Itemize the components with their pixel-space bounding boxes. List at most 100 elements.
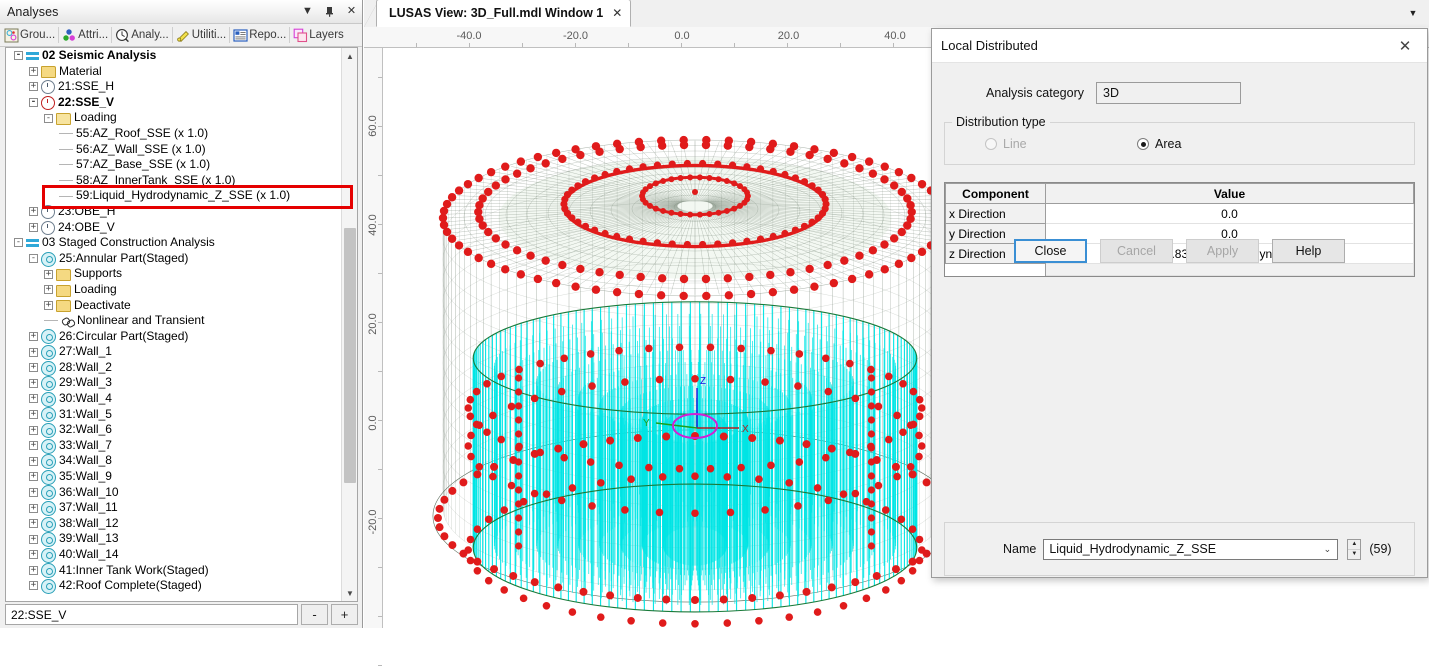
tree-expand-toggle[interactable]: + (29, 379, 38, 388)
tree-node[interactable]: +Supports (6, 266, 342, 282)
tree-expand-toggle[interactable]: + (29, 519, 38, 528)
tree-expand-toggle[interactable]: + (29, 457, 38, 466)
tree-expand-toggle[interactable]: + (29, 581, 38, 590)
tree-node[interactable]: +Loading (6, 282, 342, 298)
tree-node[interactable]: 58:AZ_InnerTank_SSE (x 1.0) (6, 173, 342, 189)
tree-node[interactable]: +29:Wall_3 (6, 375, 342, 391)
tree-vertical-scrollbar[interactable]: ▲ ▼ (341, 48, 357, 601)
toolbar-utilities-button[interactable]: Utiliti... (174, 25, 229, 45)
tree-node[interactable]: +27:Wall_1 (6, 344, 342, 360)
tree-expand-toggle[interactable]: + (29, 441, 38, 450)
close-icon[interactable]: ✕ (345, 5, 358, 18)
tree-expand-toggle[interactable]: + (29, 535, 38, 544)
cell-value[interactable]: 0.0 (1046, 204, 1414, 224)
dropdown-icon[interactable]: ▼ (301, 5, 314, 18)
scroll-down-arrow[interactable]: ▼ (342, 585, 358, 601)
radio-area[interactable]: Area (1137, 137, 1181, 151)
tab-lusas-view[interactable]: LUSAS View: 3D_Full.mdl Window 1 ✕ (376, 0, 631, 27)
tree-expand-toggle[interactable]: + (29, 504, 38, 513)
scrollbar-thumb[interactable] (344, 228, 356, 483)
tree-node[interactable]: +28:Wall_2 (6, 360, 342, 376)
increase-button[interactable]: + (331, 604, 358, 625)
close-button[interactable]: Close (1014, 239, 1087, 263)
decrease-button[interactable]: - (301, 604, 328, 625)
tree-node[interactable]: +32:Wall_6 (6, 422, 342, 438)
toolbar-groups-button[interactable]: Grou... (2, 25, 57, 45)
tree-collapse-toggle[interactable]: - (44, 114, 53, 123)
tree-expand-toggle[interactable]: + (29, 207, 38, 216)
gear-icon (41, 563, 56, 578)
tree-expand-toggle[interactable]: + (44, 285, 53, 294)
analyses-tree[interactable]: -02 Seismic Analysis+Material+21:SSE_H-2… (6, 48, 342, 601)
toolbar-reports-button[interactable]: Repo... (231, 25, 288, 45)
tree-node[interactable]: +21:SSE_H (6, 79, 342, 95)
spinner-down-icon[interactable]: ▼ (1348, 550, 1360, 559)
tree-expand-toggle[interactable]: + (29, 426, 38, 435)
tree-node[interactable]: -02 Seismic Analysis (6, 48, 342, 64)
tree-node[interactable]: 59:Liquid_Hydrodynamic_Z_SSE (x 1.0) (6, 188, 342, 204)
tree-expand-toggle[interactable]: + (29, 67, 38, 76)
tree-node[interactable]: +35:Wall_9 (6, 469, 342, 485)
tab-close-icon[interactable]: ✕ (612, 6, 622, 20)
tree-collapse-toggle[interactable]: - (14, 51, 23, 60)
tree-node[interactable]: +40:Wall_14 (6, 547, 342, 563)
tree-node[interactable]: +33:Wall_7 (6, 438, 342, 454)
ruler-v-tick (378, 371, 382, 372)
tree-node[interactable]: -25:Annular Part(Staged) (6, 251, 342, 267)
tree-node[interactable]: +24:OBE_V (6, 220, 342, 236)
tree-node[interactable]: -Loading (6, 110, 342, 126)
tree-node[interactable]: +23:OBE_H (6, 204, 342, 220)
tree-node[interactable]: -22:SSE_V (6, 95, 342, 111)
tree-node[interactable]: +37:Wall_11 (6, 500, 342, 516)
chevron-down-icon[interactable]: ⌄ (1317, 544, 1337, 555)
tree-node[interactable]: 57:AZ_Base_SSE (x 1.0) (6, 157, 342, 173)
tree-expand-toggle[interactable]: + (29, 348, 38, 357)
radio-line[interactable]: Line (985, 137, 1137, 151)
tree-expand-toggle[interactable]: + (44, 270, 53, 279)
tree-expand-toggle[interactable]: + (29, 223, 38, 232)
tree-node[interactable]: 55:AZ_Roof_SSE (x 1.0) (6, 126, 342, 142)
current-analysis-field[interactable]: 22:SSE_V (5, 604, 298, 625)
scroll-up-arrow[interactable]: ▲ (342, 48, 358, 64)
dialog-close-icon[interactable]: ✕ (1383, 29, 1427, 62)
help-button[interactable]: Help (1272, 239, 1345, 263)
toolbar-attributes-button[interactable]: Attri... (60, 25, 110, 45)
analyses-bottom-bar: 22:SSE_V - + (5, 604, 358, 625)
tree-node[interactable]: Nonlinear and Transient (6, 313, 342, 329)
ruler-h-label: -20.0 (563, 30, 588, 42)
tree-expand-toggle[interactable]: + (29, 410, 38, 419)
toolbar-analyses-button[interactable]: Analy... (113, 25, 171, 45)
tree-node[interactable]: +30:Wall_4 (6, 391, 342, 407)
tree-collapse-toggle[interactable]: - (14, 238, 23, 247)
tree-node[interactable]: +34:Wall_8 (6, 453, 342, 469)
tree-expand-toggle[interactable]: + (29, 82, 38, 91)
tree-node[interactable]: +39:Wall_13 (6, 531, 342, 547)
name-combobox[interactable]: Liquid_Hydrodynamic_Z_SSE ⌄ (1043, 539, 1338, 560)
tree-node[interactable]: +Material (6, 64, 342, 80)
tree-expand-toggle[interactable]: + (29, 566, 38, 575)
tree-node[interactable]: +26:Circular Part(Staged) (6, 329, 342, 345)
tree-expand-toggle[interactable]: + (29, 332, 38, 341)
tree-node[interactable]: +38:Wall_12 (6, 516, 342, 532)
toolbar-layers-button[interactable]: Layers (291, 25, 346, 45)
analysis-category-field[interactable]: 3D (1096, 82, 1241, 104)
tree-expand-toggle[interactable]: + (29, 394, 38, 403)
tree-node[interactable]: +42:Roof Complete(Staged) (6, 578, 342, 594)
tree-expand-toggle[interactable]: + (44, 301, 53, 310)
tree-expand-toggle[interactable]: + (29, 550, 38, 559)
tree-expand-toggle[interactable]: + (29, 472, 38, 481)
tree-node[interactable]: +41:Inner Tank Work(Staged) (6, 563, 342, 579)
spinner-up-icon[interactable]: ▲ (1348, 540, 1360, 550)
tree-expand-toggle[interactable]: + (29, 488, 38, 497)
name-spinner[interactable]: ▲ ▼ (1347, 539, 1361, 560)
tree-node[interactable]: +Deactivate (6, 298, 342, 314)
tree-node[interactable]: +36:Wall_10 (6, 485, 342, 501)
pin-icon[interactable] (323, 5, 336, 18)
tree-expand-toggle[interactable]: + (29, 363, 38, 372)
tab-list-dropdown-icon[interactable]: ▼ (1405, 5, 1421, 21)
tree-node[interactable]: 56:AZ_Wall_SSE (x 1.0) (6, 142, 342, 158)
tree-collapse-toggle[interactable]: - (29, 98, 38, 107)
tree-node[interactable]: +31:Wall_5 (6, 407, 342, 423)
tree-node[interactable]: -03 Staged Construction Analysis (6, 235, 342, 251)
tree-collapse-toggle[interactable]: - (29, 254, 38, 263)
